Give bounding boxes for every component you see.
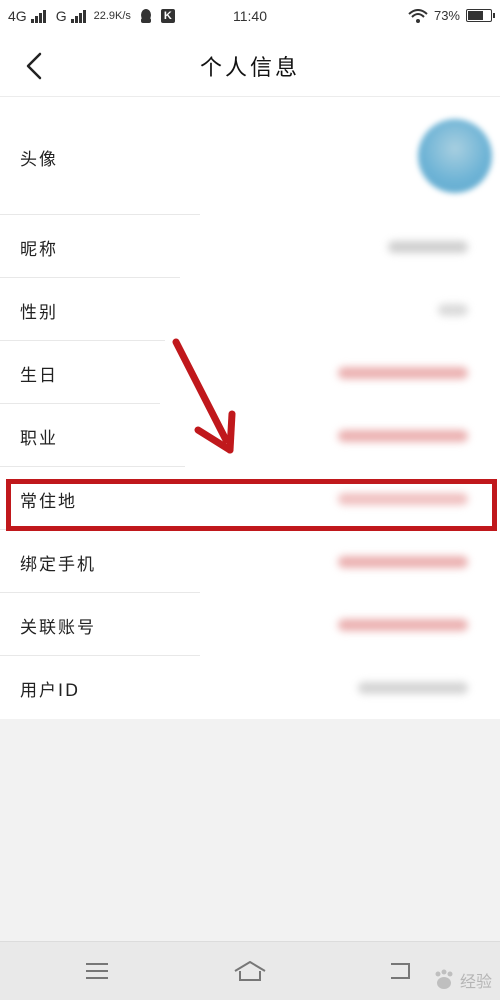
profile-list: 头像 昵称 性别 生日 职业 常住地 绑定手机 关联账号 用户ID: [0, 97, 500, 719]
list-item-bind-phone[interactable]: 绑定手机: [0, 530, 500, 593]
blurred-value: [338, 556, 468, 568]
battery-icon: [466, 9, 495, 22]
list-item-birthday[interactable]: 生日: [0, 341, 500, 404]
list-item-label: 绑定手机: [20, 555, 96, 575]
blurred-value: [338, 430, 468, 442]
list-item-occupation[interactable]: 职业: [0, 404, 500, 467]
list-item-gender[interactable]: 性别: [0, 278, 500, 341]
menu-button[interactable]: [77, 954, 117, 988]
list-item-label: 生日: [20, 366, 58, 386]
status-bar: 4G G 22.9K/s K 11:40 73%: [0, 0, 500, 34]
system-nav-bar: 经验: [0, 941, 500, 1000]
header: 个人信息: [0, 34, 500, 97]
blurred-value: [438, 304, 468, 316]
list-item-residence[interactable]: 常住地: [0, 467, 500, 530]
wifi-icon: [408, 8, 428, 23]
blurred-value: [338, 619, 468, 631]
list-item-label: 头像: [20, 150, 58, 170]
blurred-value: [358, 682, 468, 694]
page-title: 个人信息: [199, 56, 300, 81]
list-item-label: 常住地: [20, 492, 77, 512]
list-item-label: 关联账号: [20, 618, 96, 638]
battery-level: [468, 11, 483, 20]
list-item-label: 性别: [20, 303, 58, 323]
watermark-text: 经验: [459, 972, 492, 991]
list-item-label: 职业: [20, 429, 58, 449]
back-nav-button[interactable]: [380, 954, 420, 988]
menu-icon: [84, 961, 110, 981]
watermark: 经验: [432, 968, 492, 992]
screen: 4G G 22.9K/s K 11:40 73% 个人信息 头像 昵称 性别 生…: [0, 0, 500, 1000]
avatar: [418, 119, 492, 193]
blurred-value: [338, 367, 468, 379]
home-button[interactable]: [230, 954, 270, 988]
paw-logo-icon: [432, 969, 456, 991]
list-item-label: 用户ID: [20, 681, 81, 701]
list-item-user-id[interactable]: 用户ID: [0, 656, 500, 719]
list-item-linked-accounts[interactable]: 关联账号: [0, 593, 500, 656]
list-item-avatar[interactable]: 头像: [0, 97, 500, 215]
return-icon: [387, 960, 413, 982]
list-item-nickname[interactable]: 昵称: [0, 215, 500, 278]
blurred-value: [338, 493, 468, 505]
list-item-label: 昵称: [20, 240, 58, 260]
battery-percent: 73%: [433, 8, 460, 23]
status-right: 73%: [408, 8, 495, 23]
blurred-value: [388, 241, 468, 253]
home-icon: [232, 959, 268, 983]
